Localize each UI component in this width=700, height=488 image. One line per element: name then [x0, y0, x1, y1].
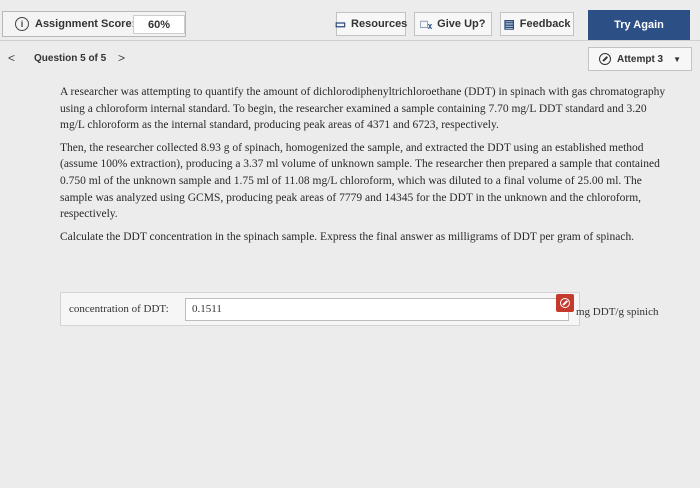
assignment-score-box: i Assignment Score: 60% [2, 11, 186, 37]
question-navigation: < Question 5 of 5 > Attempt 3 ▼ [0, 46, 700, 72]
concentration-input[interactable]: 0.1511 [185, 298, 569, 321]
attempt-dropdown[interactable]: Attempt 3 ▼ [588, 47, 692, 71]
question-paragraph-2: Then, the researcher collected 8.93 g of… [60, 141, 660, 221]
give-up-button[interactable]: □ₓ Give Up? [414, 12, 492, 36]
question-paragraph-1: A researcher was attempting to quantify … [60, 86, 666, 132]
answer-units: mg DDT/g spinich [576, 306, 659, 318]
answer-row: concentration of DDT: 0.1511 [60, 292, 580, 326]
previous-question-icon[interactable]: < [8, 51, 15, 65]
incorrect-badge [556, 294, 574, 312]
assignment-score-value: 60% [133, 15, 185, 34]
attempt-status-icon [599, 53, 611, 65]
give-up-label: Give Up? [437, 18, 486, 30]
incorrect-icon [560, 298, 570, 308]
toolbar-divider [0, 40, 700, 41]
answer-label: concentration of DDT: [69, 303, 169, 315]
question-text: A researcher was attempting to quantify … [60, 84, 672, 251]
question-position-label[interactable]: Question 5 of 5 [34, 53, 106, 64]
attempt-label: Attempt 3 [617, 53, 664, 65]
question-paragraph-3: Calculate the DDT concentration in the s… [60, 230, 635, 243]
book-icon: ▭ [334, 17, 347, 31]
give-up-icon: □ₓ [420, 17, 433, 31]
feedback-label: Feedback [519, 18, 571, 30]
resources-button[interactable]: ▭ Resources [334, 12, 408, 36]
assignment-score-label: Assignment Score: [35, 18, 136, 30]
chevron-down-icon: ▼ [673, 54, 682, 64]
feedback-button[interactable]: ▤ Feedback [500, 12, 574, 36]
feedback-icon: ▤ [503, 17, 515, 31]
assignment-toolbar: i Assignment Score: 60% ▭ Resources □ₓ G… [0, 8, 700, 40]
info-icon[interactable]: i [15, 17, 29, 31]
next-question-icon[interactable]: > [118, 51, 125, 65]
resources-label: Resources [351, 18, 408, 30]
try-again-button[interactable]: Try Again [588, 10, 690, 40]
